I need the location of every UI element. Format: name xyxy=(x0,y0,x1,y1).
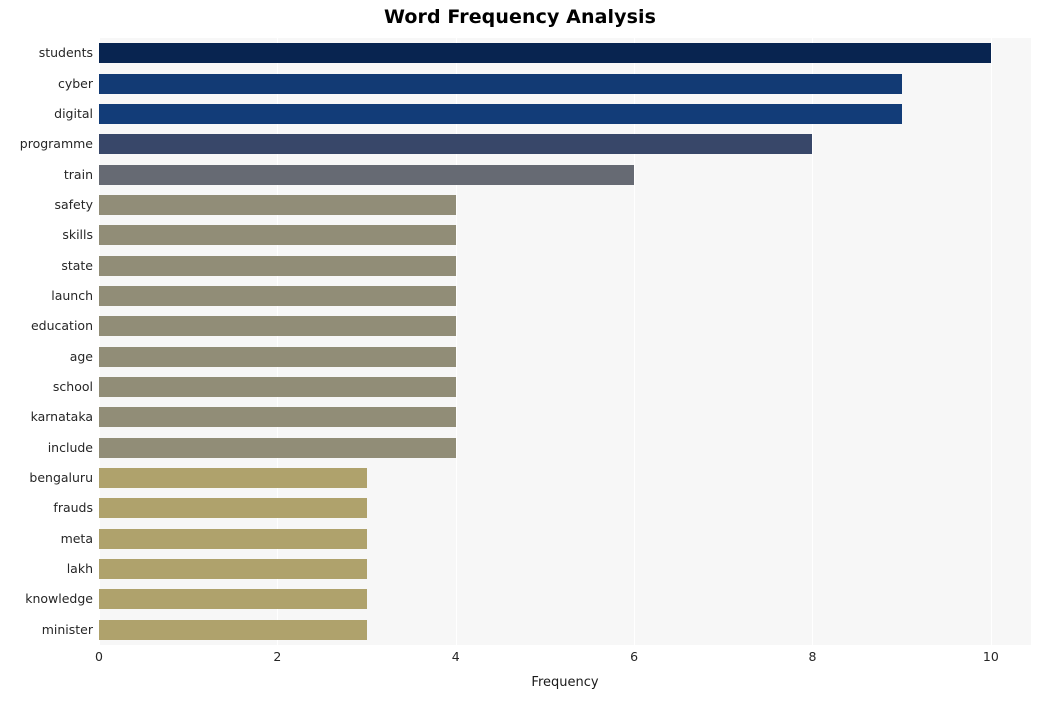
bar-safety xyxy=(99,194,456,215)
y-tick-label-train: train xyxy=(63,166,93,182)
y-axis-tick-labels: students cyber digital programme train safety… xyxy=(0,38,93,645)
y-tick-label-safety: safety xyxy=(54,196,93,212)
bar-row xyxy=(99,129,1031,159)
bar-row xyxy=(99,433,1031,463)
bar-row xyxy=(99,68,1031,98)
y-tick-label-meta: meta xyxy=(60,530,93,546)
y-tick-label-state: state xyxy=(61,257,93,273)
bar-row xyxy=(99,311,1031,341)
bar-row xyxy=(99,463,1031,493)
bar-programme xyxy=(99,134,813,155)
bar-row xyxy=(99,584,1031,614)
bar-row xyxy=(99,402,1031,432)
x-axis-tick-labels: 0 2 4 6 8 10 xyxy=(95,649,1031,669)
x-axis-title: Frequency xyxy=(531,675,599,690)
x-tick-label-2: 2 xyxy=(273,649,282,664)
bar-row xyxy=(99,615,1031,645)
bar-row xyxy=(99,554,1031,584)
bar-row xyxy=(99,220,1031,250)
bar-launch xyxy=(99,285,456,306)
chart-title: Word Frequency Analysis xyxy=(383,6,657,28)
y-tick-label-school: school xyxy=(52,379,93,395)
bars-layer xyxy=(99,38,1031,645)
x-tick-label-4: 4 xyxy=(451,649,460,664)
bar-school xyxy=(99,377,456,398)
bar-train xyxy=(99,164,635,185)
y-tick-label-bengaluru: bengaluru xyxy=(29,470,93,486)
bar-row xyxy=(99,159,1031,189)
bar-meta xyxy=(99,528,367,549)
bar-students xyxy=(99,43,991,64)
bar-row xyxy=(99,524,1031,554)
plot-area xyxy=(99,38,1031,645)
x-tick-label-6: 6 xyxy=(630,649,639,664)
y-tick-label-frauds: frauds xyxy=(53,500,93,516)
bar-row xyxy=(99,493,1031,523)
y-tick-label-programme: programme xyxy=(19,136,93,152)
y-tick-label-karnataka: karnataka xyxy=(30,409,93,425)
y-tick-label-cyber: cyber xyxy=(57,75,93,91)
y-tick-label-knowledge: knowledge xyxy=(25,591,93,607)
bar-include xyxy=(99,437,456,458)
bar-bengaluru xyxy=(99,468,367,489)
y-tick-label-education: education xyxy=(30,318,93,334)
bar-row xyxy=(99,190,1031,220)
bar-row xyxy=(99,281,1031,311)
x-tick-label-10: 10 xyxy=(982,649,999,664)
y-tick-label-launch: launch xyxy=(51,287,93,303)
bar-karnataka xyxy=(99,407,456,428)
bar-row xyxy=(99,38,1031,68)
bar-lakh xyxy=(99,559,367,580)
bar-row xyxy=(99,372,1031,402)
bar-digital xyxy=(99,103,902,124)
word-frequency-bar-chart: Word Frequency Analysis students cyber dig… xyxy=(0,0,1040,701)
bar-skills xyxy=(99,225,456,246)
bar-frauds xyxy=(99,498,367,519)
x-tick-label-8: 8 xyxy=(808,649,817,664)
y-tick-label-skills: skills xyxy=(62,227,93,243)
bar-knowledge xyxy=(99,589,367,610)
bar-education xyxy=(99,316,456,337)
y-tick-label-lakh: lakh xyxy=(66,561,93,577)
y-tick-label-students: students xyxy=(38,45,93,61)
y-tick-label-minister: minister xyxy=(41,621,93,637)
bar-row xyxy=(99,99,1031,129)
bar-minister xyxy=(99,619,367,640)
x-tick-label-0: 0 xyxy=(95,649,103,664)
y-tick-label-digital: digital xyxy=(54,105,93,121)
bar-row xyxy=(99,342,1031,372)
bar-cyber xyxy=(99,73,902,94)
y-tick-label-age: age xyxy=(69,348,93,364)
bar-state xyxy=(99,255,456,276)
bar-row xyxy=(99,250,1031,280)
bar-age xyxy=(99,346,456,367)
y-tick-label-include: include xyxy=(47,439,93,455)
